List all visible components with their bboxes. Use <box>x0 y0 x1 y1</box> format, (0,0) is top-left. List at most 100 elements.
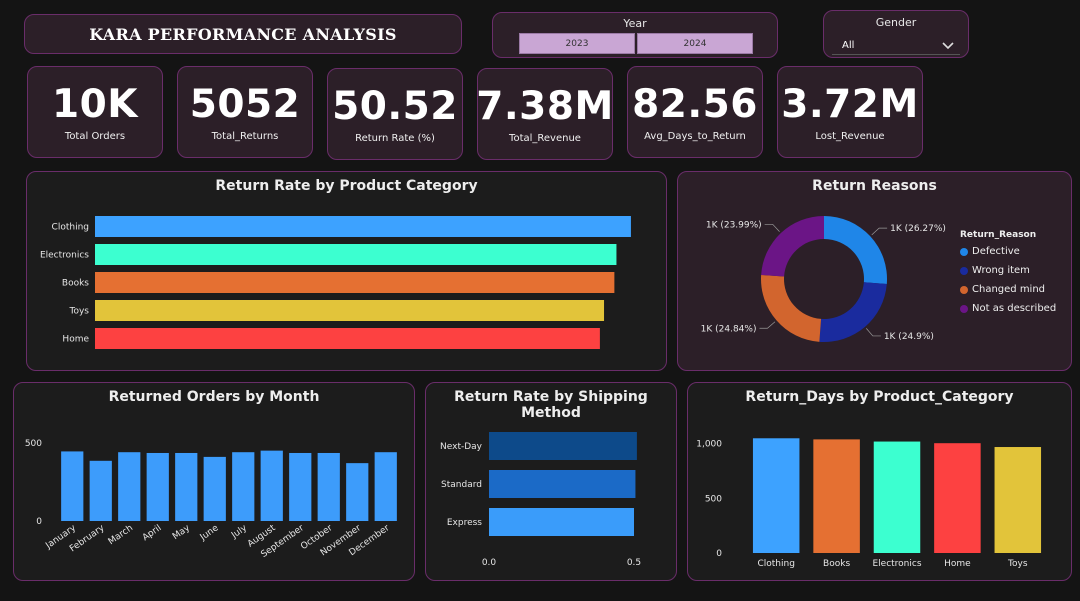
legend-item-defective[interactable]: Defective <box>960 246 1056 257</box>
bar-july <box>232 452 255 521</box>
kpi-total-revenue: 7.38M Total_Revenue <box>476 68 613 160</box>
legend-item-wrong-item[interactable]: Wrong item <box>960 265 1056 276</box>
bar-standard <box>489 470 636 498</box>
return-rate-by-category-chart: Clothing Electronics Books Toys Home <box>40 216 631 349</box>
x-tick-label-july: July <box>229 523 249 541</box>
bar-august <box>260 450 283 521</box>
slice-changed-mind <box>761 275 822 342</box>
return-reasons-panel: Return Reasons 1K (26.27%) 1K (24.9%) 1K (… <box>677 171 1072 371</box>
legend-label: Defective <box>972 246 1020 257</box>
returned-orders-by-month-panel: Returned Orders by Month 0 500 January Febr… <box>13 382 415 581</box>
legend-label: Changed mind <box>972 284 1046 295</box>
kpi-return-rate: 50.52 Return Rate (%) <box>327 68 463 160</box>
bar-electronics <box>95 244 617 265</box>
kpi-total-returns: 5052 Total_Returns <box>177 66 313 158</box>
bar-december <box>374 452 397 521</box>
bar-express <box>489 508 634 536</box>
data-label-changed-mind: 1K (24.84%) <box>701 324 757 334</box>
y-tick-label: 0 <box>716 549 722 559</box>
tick-label-home: Home <box>62 335 89 345</box>
y-tick-label: 1,000 <box>696 440 722 450</box>
bar-april <box>146 452 169 521</box>
year-option-2023[interactable]: 2023 <box>519 33 635 54</box>
kpi-value: 3.72M <box>781 81 919 127</box>
slice-not-as-described <box>761 216 824 277</box>
gender-slicer-label: Gender <box>875 16 917 29</box>
return-rate-by-shipping-panel: Return Rate by Shipping Method Next-Day S… <box>425 382 677 581</box>
return-days-by-category-panel: Return_Days by Product_Category 0 500 1,00… <box>687 382 1072 581</box>
dashboard-title: KARA PERFORMANCE ANALYSIS <box>89 24 397 44</box>
tick-label-books: Books <box>62 279 89 289</box>
x-tick-label-electronics: Electronics <box>872 559 921 569</box>
x-tick-label: 0.5 <box>627 558 641 568</box>
gender-dropdown-value: All <box>842 40 855 51</box>
legend-item-not-as-described[interactable]: Not as described <box>960 303 1056 314</box>
returned-orders-by-month-chart: 0500JanuaryFebruary March April May June July… <box>25 439 397 560</box>
return-rate-by-shipping-chart: Next-Day Standard Express 0.0 0.5 <box>440 432 641 568</box>
data-label-wrong-item: 1K (24.9%) <box>884 332 934 342</box>
bar-toys <box>994 447 1042 553</box>
chevron-down-icon <box>942 41 954 49</box>
bar-may <box>175 452 198 521</box>
return-rate-by-category-panel: Return Rate by Product Category Clothing… <box>26 171 667 371</box>
leader-line <box>764 223 780 232</box>
bar-september <box>289 452 312 521</box>
kpi-value: 5052 <box>189 81 301 127</box>
return-days-by-category-chart: 0 500 1,000 Clothing Books Electronics Home Toy… <box>696 438 1042 569</box>
bar-clothing <box>752 438 800 553</box>
bar-books <box>813 439 860 553</box>
kpi-value: 82.56 <box>632 81 758 127</box>
bar-october <box>317 452 340 521</box>
x-tick-label-home: Home <box>944 559 971 569</box>
bar-home <box>934 443 981 553</box>
kpi-label: Total Orders <box>64 130 126 142</box>
gender-dropdown[interactable]: All <box>832 37 960 55</box>
gender-slicer: Gender All <box>823 10 969 58</box>
tick-label-standard: Standard <box>441 480 482 490</box>
kpi-total-orders: 10K Total Orders <box>27 66 163 158</box>
kpi-label: Avg_Days_to_Return <box>644 130 746 142</box>
x-tick-label-may: May <box>171 523 193 542</box>
legend-title: Return_Reason <box>960 230 1037 240</box>
year-slicer: Year 2023 2024 <box>492 12 778 58</box>
kpi-label: Total_Revenue <box>509 132 581 144</box>
y-tick-label: 0 <box>36 517 42 527</box>
x-tick-label-april: April <box>141 523 164 543</box>
bar-electronics <box>873 441 921 553</box>
x-tick-label: 0.0 <box>482 558 497 568</box>
bar-november <box>346 463 369 521</box>
x-tick-label-june: June <box>198 523 221 543</box>
kpi-label: Lost_Revenue <box>815 130 885 142</box>
slice-wrong-item <box>819 282 887 342</box>
kpi-value: 50.52 <box>332 83 458 129</box>
y-tick-label: 500 <box>705 494 722 504</box>
dashboard-title-card: KARA PERFORMANCE ANALYSIS <box>24 14 462 54</box>
leader-line <box>759 321 776 329</box>
bar-clothing <box>95 216 631 237</box>
bar-june <box>203 456 226 521</box>
x-tick-label-march: March <box>107 523 135 547</box>
data-label-not-as-described: 1K (23.99%) <box>706 220 762 230</box>
return-reasons-donut-chart: 1K (26.27%) 1K (24.9%) 1K (24.84%) 1K (23.9… <box>701 216 946 342</box>
bar-february <box>89 460 112 521</box>
kpi-label: Total_Returns <box>211 130 279 142</box>
legend-label: Not as described <box>972 303 1057 314</box>
x-tick-label-clothing: Clothing <box>757 559 794 569</box>
tick-label-next-day: Next-Day <box>440 442 483 452</box>
legend-item-changed-mind[interactable]: Changed mind <box>960 284 1056 295</box>
kpi-label: Return Rate (%) <box>355 132 435 144</box>
legend-dot <box>960 247 968 256</box>
x-tick-label-books: Books <box>823 559 850 569</box>
y-tick-label: 500 <box>25 439 42 449</box>
bar-march <box>118 452 141 521</box>
legend-dot <box>960 266 968 275</box>
year-slicer-label: Year <box>623 17 647 30</box>
year-option-2024[interactable]: 2024 <box>637 33 753 54</box>
kpi-value: 10K <box>52 81 138 127</box>
slice-defective <box>824 216 887 285</box>
legend-label: Wrong item <box>972 265 1030 276</box>
x-tick-label-toys: Toys <box>1007 559 1028 569</box>
tick-label-clothing: Clothing <box>52 223 89 233</box>
return-reasons-legend: Return_Reason Defective Wrong item Chang… <box>960 230 1056 322</box>
data-label-defective: 1K (26.27%) <box>890 224 946 234</box>
